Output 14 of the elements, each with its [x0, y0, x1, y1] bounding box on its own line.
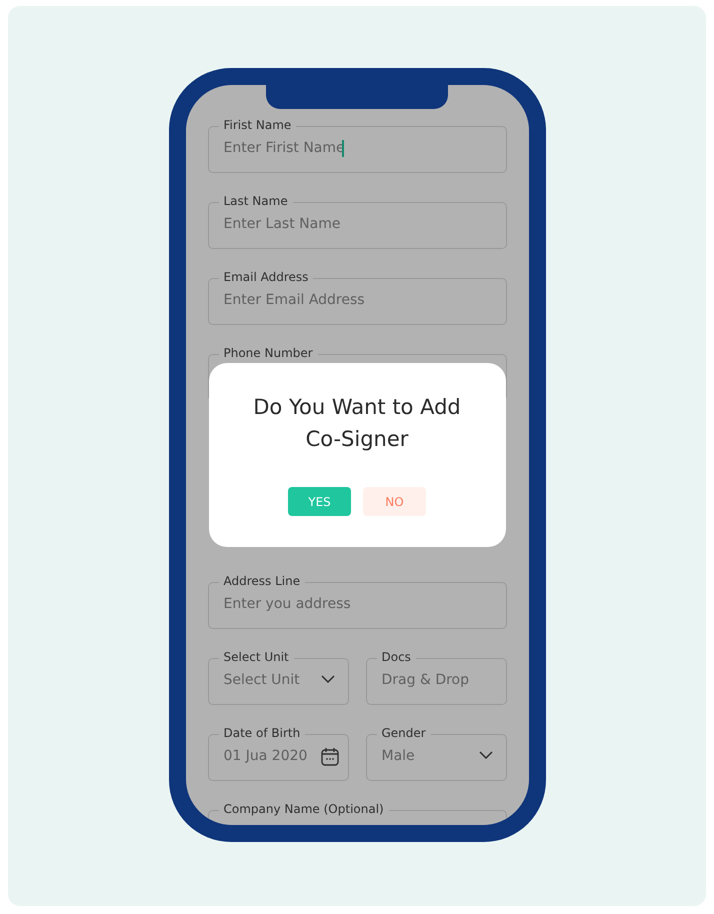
placeholder-text: 01 Jua 2020	[224, 747, 308, 765]
placeholder-text: Enter Last Name	[224, 215, 340, 233]
placeholder-text: Enter you address	[224, 595, 351, 613]
placeholder-text: Enter Email Address	[224, 291, 365, 309]
yes-button[interactable]: YES	[288, 487, 351, 516]
calendar-icon	[320, 747, 338, 766]
placeholder-text: Male	[382, 747, 415, 765]
field-label: Company Name (Optional)	[218, 801, 389, 817]
chevron-down-icon	[478, 751, 492, 759]
placeholder-text: Select Unit	[224, 671, 300, 689]
dialog-title: Do You Want to Add Co-Signer	[252, 394, 462, 453]
no-button[interactable]: NO	[363, 487, 426, 516]
placeholder-text: Drag & Drop	[382, 671, 469, 689]
chevron-down-icon	[320, 675, 334, 683]
